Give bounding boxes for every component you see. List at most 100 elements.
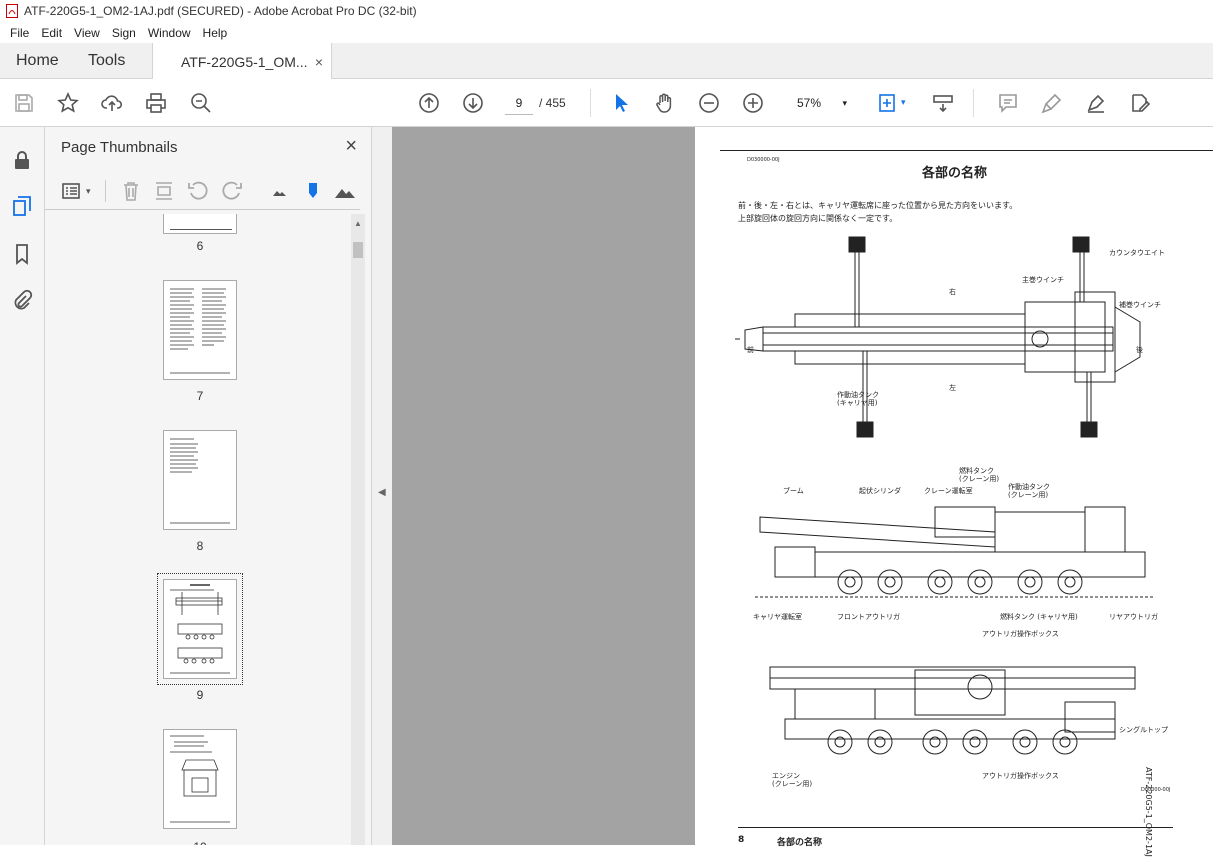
prev-page-icon[interactable] xyxy=(417,91,441,115)
label-derrick-cylinder: 起伏シリンダ xyxy=(859,487,901,495)
label-single-top: シングルトップ xyxy=(1119,726,1168,734)
page-thumbnails-icon[interactable] xyxy=(11,195,33,217)
large-thumbnail-icon[interactable] xyxy=(334,180,356,202)
tab-document-label: ATF-220G5-1_OM... xyxy=(181,53,308,70)
label-rear-outrigger: リヤアウトリガ xyxy=(1109,613,1158,621)
bookmark-icon[interactable] xyxy=(11,243,33,265)
fit-page-icon[interactable] xyxy=(876,91,900,115)
main-toolbar: 9 / 455 57% ▾ ▾ xyxy=(0,79,1213,127)
select-cursor-icon[interactable] xyxy=(609,91,633,115)
thumbnail-label: 6 xyxy=(196,239,204,253)
fit-dropdown-icon[interactable]: ▾ xyxy=(901,97,906,108)
rotate-ccw-icon[interactable] xyxy=(187,180,209,202)
page-preview xyxy=(170,735,230,823)
delete-page-icon[interactable] xyxy=(120,180,142,202)
scrollbar-thumb[interactable] xyxy=(353,242,363,258)
comment-icon[interactable] xyxy=(996,91,1020,115)
options-chevron-icon[interactable]: ▾ xyxy=(86,186,91,197)
rotate-cw-icon[interactable] xyxy=(221,180,243,202)
panel-title: Page Thumbnails xyxy=(61,139,178,156)
left-rail xyxy=(0,127,45,845)
close-icon[interactable]: × xyxy=(345,135,357,158)
scroll-up-icon[interactable]: ▲ xyxy=(354,219,362,228)
page-preview xyxy=(170,584,230,674)
document-viewer[interactable]: ◀ D030000-00J 各部の名称 前・後・左・右とは、キャリヤ運転席に座っ… xyxy=(372,127,1213,857)
menu-file[interactable]: File xyxy=(4,26,35,40)
thumbnail-label: 8 xyxy=(196,539,204,553)
next-page-icon[interactable] xyxy=(461,91,485,115)
zoom-in-icon[interactable] xyxy=(741,91,765,115)
page-total: / 455 xyxy=(539,96,566,110)
zoom-value: 57% xyxy=(797,96,822,110)
side-document-code: ATF-220G5-1_OM2-1AJ xyxy=(1144,767,1153,857)
label-outrigger-box: アウトリガ操作ボックス xyxy=(982,630,1059,638)
zoom-search-icon[interactable] xyxy=(189,91,213,115)
upload-cloud-icon[interactable] xyxy=(100,91,124,115)
footer-title: 各部の名称 xyxy=(777,838,823,848)
collapse-panel-icon[interactable]: ◀ xyxy=(378,487,386,498)
page-thumbnail[interactable] xyxy=(163,214,237,234)
label-main-winch: 主巻ウインチ xyxy=(1022,276,1064,284)
thumbnail-toolbar: ▾ xyxy=(45,172,360,210)
hand-tool-icon[interactable] xyxy=(653,91,677,115)
label-counterweight: カウンタウエイト xyxy=(1109,249,1165,257)
menu-edit[interactable]: Edit xyxy=(35,26,68,40)
window-title: ATF-220G5-1_OM2-1AJ.pdf (SECURED) - Adob… xyxy=(24,4,417,18)
thumbnail-scrollbar[interactable]: ▲ xyxy=(351,214,365,845)
page-thumbnail-selected[interactable] xyxy=(157,573,243,685)
page-number-input[interactable]: 9 xyxy=(505,91,533,115)
intro-line-2: 上部旋回体の旋回方向に関係なく一定です。 xyxy=(738,214,898,223)
tab-home[interactable]: Home xyxy=(16,43,59,79)
label-aux-winch: 補巻ウインチ xyxy=(1119,301,1161,309)
small-thumbnail-icon[interactable] xyxy=(269,180,291,202)
page-thumbnail[interactable] xyxy=(163,430,237,530)
label-carrier-cab: キャリヤ運転室 xyxy=(753,613,802,621)
page-thumbnail[interactable] xyxy=(163,729,237,829)
highlight-pen-icon[interactable] xyxy=(1040,91,1064,115)
menu-sign[interactable]: Sign xyxy=(106,26,142,40)
page-preview xyxy=(170,438,230,524)
chevron-down-icon: ▾ xyxy=(842,98,847,108)
label-fuel-tank-carrier: 燃料タンク (キャリヤ用) xyxy=(1000,613,1078,621)
lock-icon[interactable] xyxy=(11,149,33,171)
print-icon[interactable] xyxy=(144,91,168,115)
label-front: 前 xyxy=(747,346,754,354)
scroll-mode-icon[interactable] xyxy=(931,91,955,115)
label-engine-sub: (クレーン用) xyxy=(772,780,813,788)
viewer-background xyxy=(392,127,695,845)
toolbar-divider xyxy=(590,89,591,117)
intro-line-1: 前・後・左・右とは、キャリヤ運転席に座った位置から見た方向をいいます。 xyxy=(738,201,1018,210)
thumbnail-label: 9 xyxy=(196,688,204,702)
zoom-out-icon[interactable] xyxy=(697,91,721,115)
tab-tools[interactable]: Tools xyxy=(88,43,125,79)
attachment-icon[interactable] xyxy=(11,289,33,311)
label-fuel-tank-crane-sub: (クレーン用) xyxy=(959,475,1000,483)
footer-page-number: 8 xyxy=(738,835,745,845)
zoom-select[interactable]: 57% ▾ xyxy=(785,91,855,115)
menu-window[interactable]: Window xyxy=(142,26,197,40)
menu-view[interactable]: View xyxy=(68,26,106,40)
options-menu-icon[interactable] xyxy=(61,180,83,202)
panel-divider xyxy=(105,180,106,202)
thumbnail-label: 10 xyxy=(190,840,210,845)
tab-document[interactable]: ATF-220G5-1_OM... × xyxy=(152,43,332,80)
menu-help[interactable]: Help xyxy=(197,26,234,40)
crane-side-view-drawing xyxy=(755,506,1155,598)
thumbnail-list: 6 7 8 9 xyxy=(45,214,351,845)
tab-close-icon[interactable]: × xyxy=(315,54,323,70)
doc-code: D030000-00J xyxy=(747,157,780,163)
sign-pen-icon[interactable] xyxy=(1084,91,1108,115)
thumbnails-panel: Page Thumbnails × ▾ 6 7 8 9 ▲ xyxy=(45,127,372,845)
star-icon[interactable] xyxy=(56,91,80,115)
extract-page-icon[interactable] xyxy=(153,180,175,202)
toolbar-divider xyxy=(973,89,974,117)
save-icon[interactable] xyxy=(12,91,36,115)
page-thumbnail[interactable] xyxy=(163,280,237,380)
label-hyd-tank-carrier-sub: (キャリヤ用) xyxy=(837,399,878,407)
label-hyd-tank-crane-sub: (クレーン用) xyxy=(1008,491,1049,499)
crane-top-view-drawing xyxy=(735,236,1141,438)
title-bar: ATF-220G5-1_OM2-1AJ.pdf (SECURED) - Adob… xyxy=(0,0,1213,22)
label-boom: ブーム xyxy=(783,487,804,495)
edit-document-icon[interactable] xyxy=(1128,91,1152,115)
thumbnail-size-slider-icon[interactable] xyxy=(302,180,324,202)
